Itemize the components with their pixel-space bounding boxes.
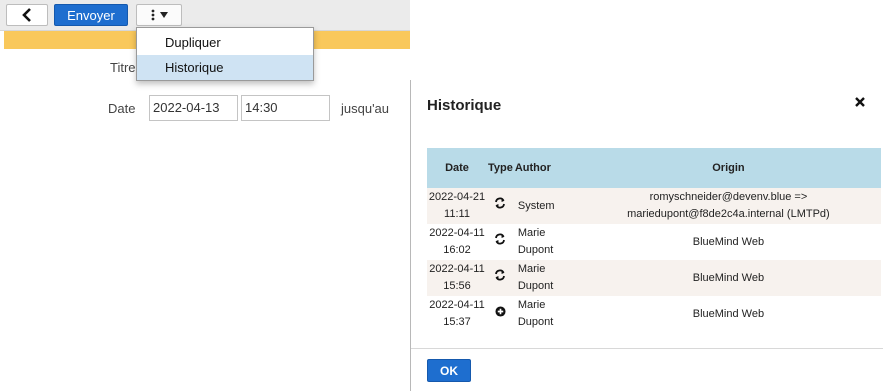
- sync-icon: [495, 197, 506, 209]
- dialog-title: Historique: [427, 97, 502, 114]
- row-author: Marie Dupont: [513, 224, 576, 260]
- table-header-row: Date Type Author Origin: [427, 148, 881, 188]
- row-origin-cell: romyschneider@devenv.blue => mariedupont…: [575, 188, 881, 224]
- row-origin-line: romyschneider@devenv.blue =>: [649, 191, 808, 203]
- column-header-author: Author: [513, 148, 576, 188]
- row-origin-line: BlueMind Web: [692, 235, 765, 248]
- row-date: 2022-04-11: [429, 227, 485, 239]
- table-row: 2022-04-21 11:11 System romyschneider@de…: [427, 188, 881, 224]
- row-type-cell: [487, 224, 514, 260]
- table-row: 2022-04-11 15:37 Marie Dupont BlueMind W…: [427, 296, 881, 332]
- row-author: Marie Dupont: [513, 260, 576, 296]
- date-input[interactable]: 2022-04-13: [149, 95, 238, 121]
- row-origin-cell: BlueMind Web: [575, 296, 881, 332]
- row-type-cell: [487, 260, 514, 296]
- row-time: 11:11: [444, 208, 470, 220]
- back-button[interactable]: [6, 4, 48, 26]
- time-input[interactable]: 14:30: [241, 95, 330, 121]
- kebab-menu-icon: [151, 9, 154, 21]
- row-date-cell: 2022-04-11 15:56: [427, 260, 487, 296]
- row-date: 2022-04-11: [429, 299, 485, 311]
- row-origin-cell: BlueMind Web: [575, 260, 881, 296]
- more-actions-button[interactable]: [136, 4, 182, 26]
- row-time: 15:37: [443, 316, 471, 328]
- row-date-cell: 2022-04-21 11:11: [427, 188, 487, 224]
- row-type-cell: [487, 296, 514, 332]
- row-origin-cell: BlueMind Web: [575, 224, 881, 260]
- add-icon: [495, 305, 506, 317]
- history-table: Date Type Author Origin 2022-04-21 11:11: [427, 148, 881, 332]
- until-label: jusqu'au: [341, 101, 390, 116]
- ok-button[interactable]: OK: [427, 359, 471, 382]
- column-header-origin: Origin: [575, 148, 881, 188]
- close-button[interactable]: [855, 92, 865, 112]
- page: Envoyer Titre Date 2022-04-13 14:30 jusq…: [0, 0, 883, 391]
- row-time: 15:56: [443, 280, 471, 292]
- menu-item-history[interactable]: Historique: [137, 55, 313, 80]
- table-row: 2022-04-11 15:56 Marie Dupont BlueMind W…: [427, 260, 881, 296]
- row-author: Marie Dupont: [513, 296, 576, 332]
- history-dialog: Historique Date Type Author Origin 2022-…: [410, 80, 883, 391]
- row-date-cell: 2022-04-11 15:37: [427, 296, 487, 332]
- send-button[interactable]: Envoyer: [54, 4, 128, 26]
- table-row: 2022-04-11 16:02 Marie Dupont BlueMind W…: [427, 224, 881, 260]
- row-origin-line: mariedupont@f8de2c4a.internal (LMTPd): [627, 208, 830, 220]
- row-author: System: [513, 188, 576, 224]
- row-type-cell: [487, 188, 514, 224]
- dialog-footer-divider: [411, 348, 883, 349]
- caret-down-icon: [159, 12, 168, 18]
- row-date: 2022-04-21: [428, 191, 486, 203]
- title-label: Titre: [110, 60, 136, 75]
- sync-icon: [495, 269, 506, 281]
- row-date-cell: 2022-04-11 16:02: [427, 224, 487, 260]
- column-header-date: Date: [427, 148, 487, 188]
- row-origin-line: BlueMind Web: [692, 307, 765, 320]
- more-actions-menu: Dupliquer Historique: [136, 27, 314, 81]
- date-label: Date: [108, 101, 136, 116]
- close-icon: [855, 97, 865, 107]
- menu-item-duplicate[interactable]: Dupliquer: [137, 30, 313, 55]
- sync-icon: [495, 233, 506, 245]
- row-time: 16:02: [443, 244, 471, 256]
- column-header-type: Type: [487, 148, 514, 188]
- chevron-left-icon: [22, 8, 31, 22]
- row-origin-line: BlueMind Web: [692, 271, 765, 284]
- row-date: 2022-04-11: [429, 263, 485, 275]
